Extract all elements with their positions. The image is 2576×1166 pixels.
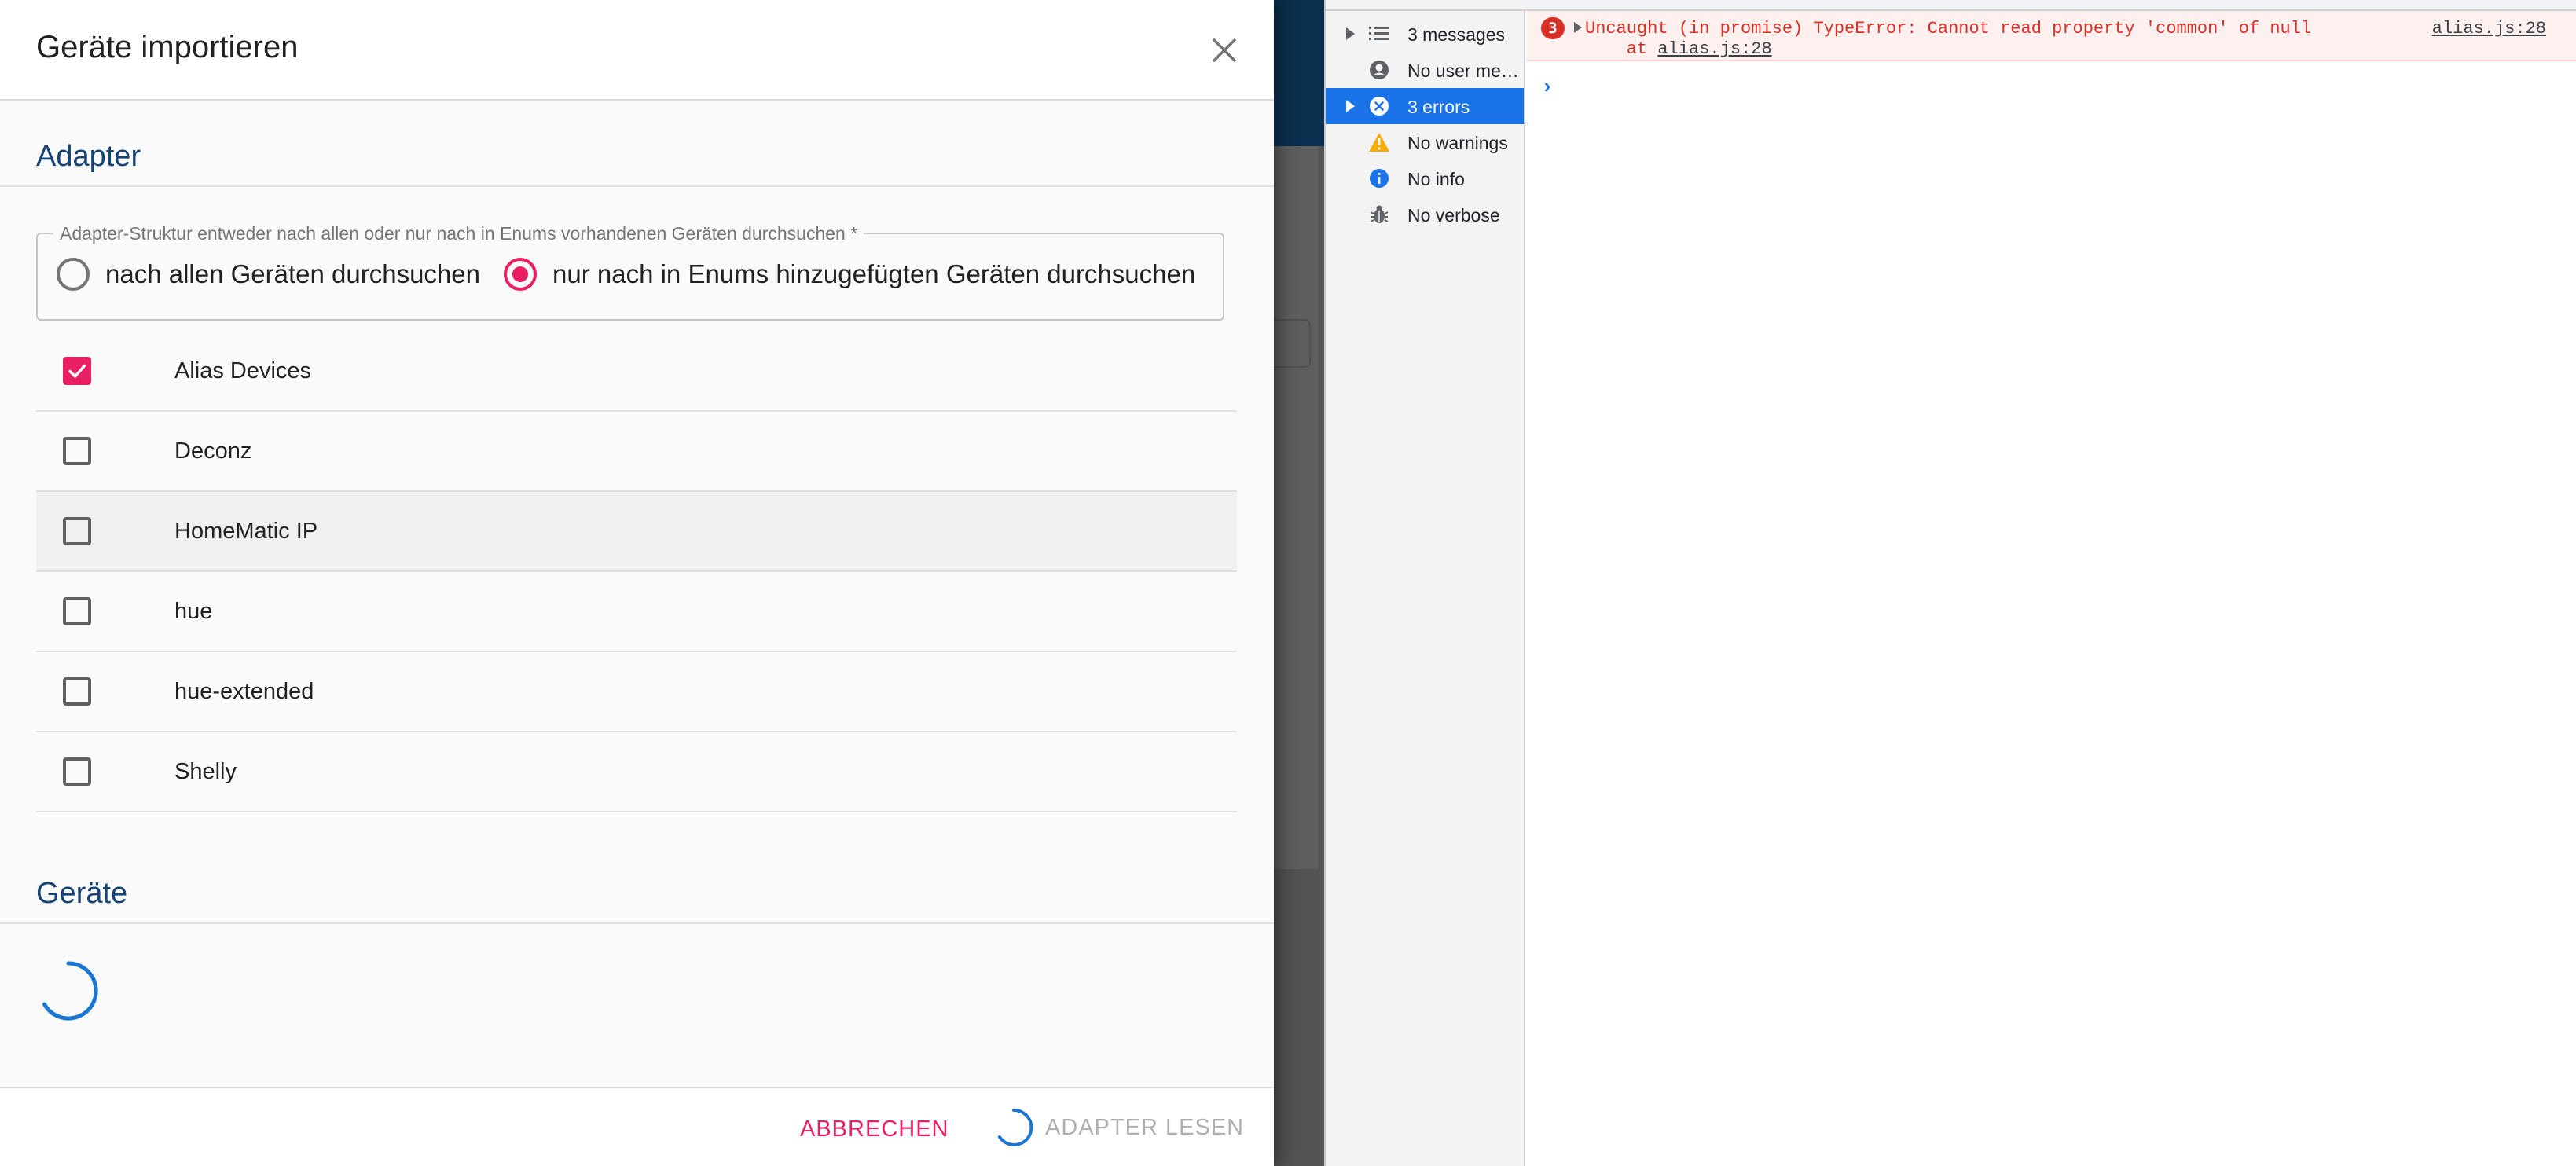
list-icon [1368,23,1390,45]
adapter-name: Deconz [174,438,252,464]
adapter-name: Alias Devices [174,358,312,383]
checkbox-hue[interactable] [63,597,91,625]
devtools-panel: 3 messages No user messages 3 errors No … [1324,0,2576,1166]
sidebar-item-label: No user messages [1407,60,1519,81]
sidebar-item-user-messages[interactable]: No user messages [1326,52,1524,88]
console-output: 3 Uncaught (in promise) TypeError: Canno… [1527,11,2576,1166]
sidebar-item-info[interactable]: No info [1326,160,1524,196]
button-spinner-icon [998,1108,1033,1146]
dialog-title: Geräte importieren [36,30,299,64]
adapter-name: HomeMatic IP [174,518,318,544]
radio-enum-devices-circle [504,258,537,291]
error-count-badge: 3 [1541,17,1565,39]
sidebar-item-verbose[interactable]: No verbose [1326,196,1524,233]
info-icon [1368,167,1390,189]
sidebar-item-label: No verbose [1407,205,1500,226]
read-adapter-label: ADAPTER LESEN [1045,1114,1245,1140]
error-source-link[interactable]: alias.js:28 [2432,19,2546,38]
error-stack: at alias.js:28 [1585,39,1772,59]
search-mode-fieldset: Adapter-Struktur entweder nach allen ode… [36,223,1224,321]
sidebar-item-warnings[interactable]: No warnings [1326,124,1524,160]
adapter-section-divider [0,185,1274,187]
adapter-row-hue-extended[interactable]: hue-extended [36,652,1237,732]
adapter-list: Alias Devices Deconz HomeMatic IP hue hu… [36,332,1237,812]
radio-enum-devices[interactable]: nur nach in Enums hinzugefügten Geräten … [504,258,1195,291]
sidebar-item-messages[interactable]: 3 messages [1326,16,1524,52]
radio-enum-devices-label: nur nach in Enums hinzugefügten Geräten … [552,259,1196,288]
radio-all-devices-circle [57,258,90,291]
sidebar-item-label: No warnings [1407,133,1508,153]
expand-error-icon[interactable] [1574,22,1582,33]
checkbox-alias-devices[interactable] [63,357,91,385]
devices-section-divider [0,922,1274,924]
checkbox-deconz[interactable] [63,437,91,465]
devices-section-title: Geräte [36,877,128,910]
console-sidebar: 3 messages No user messages 3 errors No … [1326,11,1525,1166]
checkbox-shelly[interactable] [63,757,91,786]
error-message: Uncaught (in promise) TypeError: Cannot … [1585,19,2312,38]
radio-all-devices-label: nach allen Geräten durchsuchen [105,259,480,288]
search-mode-radio-group: nach allen Geräten durchsuchen nur nach … [57,258,1219,291]
adapter-row-homematic-ip[interactable]: HomeMatic IP [36,492,1237,572]
close-button[interactable] [1202,28,1246,72]
adapter-section-title: Adapter [36,140,141,173]
adapter-name: hue-extended [174,678,314,704]
devtools-toolbar [1326,0,2576,11]
radio-all-devices[interactable]: nach allen Geräten durchsuchen [57,258,480,291]
import-devices-dialog: Geräte importieren Adapter Adapter-Struk… [0,0,1274,1166]
dialog-footer: ABBRECHEN ADAPTER LESEN [0,1087,1274,1166]
console-error-row[interactable]: 3 Uncaught (in promise) TypeError: Canno… [1527,11,2576,61]
adapter-row-alias-devices[interactable]: Alias Devices [36,332,1237,412]
read-adapter-button[interactable]: ADAPTER LESEN [993,1107,1244,1148]
check-icon [68,364,86,378]
bug-icon [1368,204,1390,226]
adapter-name: Shelly [174,758,237,784]
stack-prefix: at [1585,39,1658,59]
warning-icon [1368,131,1390,153]
user-icon [1368,59,1390,81]
adapter-name: hue [174,598,213,624]
error-icon [1368,95,1390,117]
adapter-row-hue[interactable]: hue [36,572,1237,652]
sidebar-item-label: No info [1407,169,1465,189]
sidebar-item-errors[interactable]: 3 errors [1326,88,1524,124]
cancel-button[interactable]: ABBRECHEN [800,1116,949,1142]
expand-arrow-icon[interactable] [1346,100,1355,112]
adapter-row-deconz[interactable]: Deconz [36,412,1237,492]
sidebar-item-label: 3 errors [1407,97,1470,117]
loading-spinner-icon [42,961,98,1021]
adapter-row-shelly[interactable]: Shelly [36,732,1237,812]
expand-arrow-icon[interactable] [1346,28,1355,40]
checkbox-hue-extended[interactable] [63,677,91,706]
checkbox-homematic-ip[interactable] [63,517,91,545]
sidebar-item-label: 3 messages [1407,24,1506,45]
dialog-header: Geräte importieren [0,0,1274,101]
stack-source-link[interactable]: alias.js:28 [1657,39,1771,59]
console-prompt-icon[interactable]: › [1541,75,1554,99]
close-icon [1213,38,1236,62]
search-mode-legend: Adapter-Struktur entweder nach allen ode… [53,223,864,244]
